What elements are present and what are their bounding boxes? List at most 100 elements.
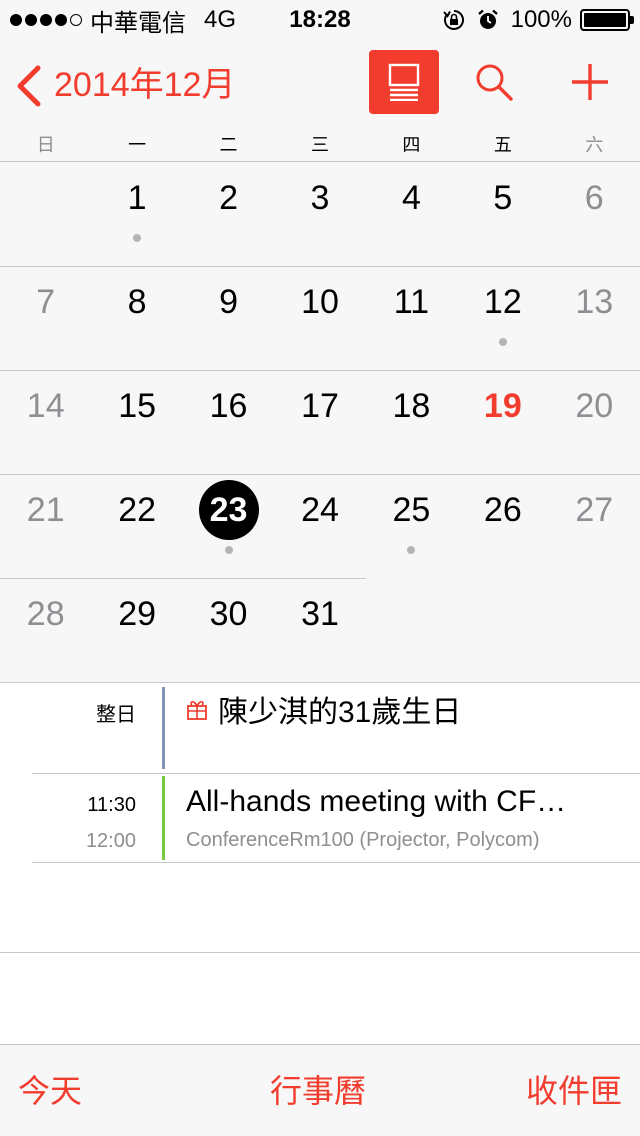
timed-event[interactable]: 11:30 12:00 All-hands meeting with CF… C… xyxy=(0,774,640,862)
day-cell[interactable]: 3 xyxy=(274,162,365,266)
today-button[interactable]: 今天 xyxy=(18,1071,82,1111)
day-cell[interactable]: 21 xyxy=(0,474,91,578)
event-separator xyxy=(32,862,640,863)
gift-icon xyxy=(187,701,207,720)
day-number: 23 xyxy=(209,491,248,529)
all-day-label: 整日 xyxy=(96,704,136,726)
day-number: 4 xyxy=(401,179,421,217)
day-cell[interactable]: 28 xyxy=(0,578,91,682)
day-number: 31 xyxy=(301,595,339,633)
day-cell[interactable]: 4 xyxy=(366,162,457,266)
day-number: 3 xyxy=(310,179,330,217)
day-cell[interactable]: 2 xyxy=(183,162,274,266)
day-cell[interactable]: 16 xyxy=(183,370,274,474)
day-number: 13 xyxy=(575,283,614,321)
list-view-icon xyxy=(388,63,420,101)
day-cell[interactable]: 14 xyxy=(0,370,91,474)
day-number: 29 xyxy=(118,595,157,633)
day-number: 11 xyxy=(393,283,430,321)
day-cell[interactable]: 5 xyxy=(457,162,548,266)
day-cell[interactable]: 25 xyxy=(366,474,457,578)
day-number: 27 xyxy=(575,491,614,529)
bottom-toolbar: 今天 行事曆 收件匣 xyxy=(0,1044,640,1136)
day-number: 9 xyxy=(219,283,238,321)
day-number: 21 xyxy=(26,491,65,529)
day-cell[interactable]: 18 xyxy=(366,370,457,474)
day-cell[interactable]: 15 xyxy=(91,370,182,474)
day-cell[interactable]: 13 xyxy=(549,266,640,370)
week-row: 28 29 30 31 xyxy=(0,578,640,682)
event-indicator-dot xyxy=(133,234,142,242)
day-cell[interactable]: 1 xyxy=(91,162,182,266)
day-cell[interactable]: 6 xyxy=(549,162,640,266)
day-number: 17 xyxy=(301,387,339,425)
day-number: 28 xyxy=(26,595,65,633)
event-end-time: 12:00 xyxy=(85,830,136,852)
week-row: 1 2 3 4 5 6 xyxy=(0,162,640,266)
chevron-left-icon[interactable] xyxy=(14,64,44,108)
calendars-button[interactable]: 行事曆 xyxy=(270,1071,366,1111)
day-cell[interactable]: 8 xyxy=(91,266,182,370)
plus-icon[interactable] xyxy=(568,60,612,104)
weekday-label: 六 xyxy=(585,135,604,155)
battery-percent: 100% xyxy=(510,6,572,33)
status-right: 100% xyxy=(442,6,634,34)
day-cell[interactable]: 12 xyxy=(457,266,548,370)
day-number: 5 xyxy=(493,179,513,217)
nav-bar: 2014年12月 xyxy=(0,40,640,132)
list-view-toggle-button[interactable] xyxy=(369,50,439,114)
day-cell[interactable]: 10 xyxy=(274,266,365,370)
battery-icon xyxy=(580,9,634,31)
day-cell[interactable]: 24 xyxy=(274,474,365,578)
day-cell[interactable]: 29 xyxy=(91,578,182,682)
month-grid: 1 2 3 4 5 6 7 8 9 10 11 12 13 14 15 16 17 18 19 20 21 22 23 24 2… xyxy=(0,162,640,682)
day-cell[interactable]: 31 xyxy=(274,578,365,682)
calendar-color-bar xyxy=(162,776,165,860)
event-start-time: 11:30 xyxy=(87,794,136,816)
day-cell[interactable]: 19 xyxy=(457,370,548,474)
day-cell[interactable]: 7 xyxy=(0,266,91,370)
day-cell[interactable]: 17 xyxy=(274,370,365,474)
day-number: 1 xyxy=(127,179,147,217)
month-back-button[interactable]: 2014年12月 xyxy=(54,62,235,108)
day-cell[interactable]: 22 xyxy=(91,474,182,578)
event-list: 整日 陳少淇的31歲生日 11:30 12:00 All-hands meeti… xyxy=(0,682,640,1044)
all-day-event[interactable]: 整日 陳少淇的31歲生日 xyxy=(0,683,640,773)
day-number: 20 xyxy=(575,387,614,425)
alarm-icon xyxy=(477,9,498,29)
day-number: 25 xyxy=(392,491,431,529)
day-number: 12 xyxy=(483,283,522,321)
day-number: 15 xyxy=(118,387,157,425)
event-title-text: 陳少淇的31歲生日 xyxy=(218,696,462,729)
event-location: ConferenceRm100 (Projector, Polycom) xyxy=(186,829,540,851)
weekday-label: 日 xyxy=(36,135,55,155)
event-indicator-dot xyxy=(224,546,233,554)
event-separator xyxy=(0,952,640,953)
day-cell[interactable]: 23 xyxy=(183,474,274,578)
inbox-button[interactable]: 收件匣 xyxy=(526,1071,622,1111)
day-number: 8 xyxy=(127,283,147,321)
day-number: 19 xyxy=(483,387,522,425)
event-title: All-hands meeting with CF… xyxy=(186,785,567,818)
event-title: 陳少淇的31歲生日 xyxy=(186,693,610,733)
day-cell[interactable]: 20 xyxy=(549,370,640,474)
event-indicator-dot xyxy=(407,546,416,554)
weekday-label: 二 xyxy=(219,135,238,155)
day-cell[interactable]: 30 xyxy=(183,578,274,682)
day-cell[interactable]: 27 xyxy=(549,474,640,578)
week-row: 7 8 9 10 11 12 13 xyxy=(0,266,640,370)
weekday-label: 三 xyxy=(310,135,329,155)
day-number: 24 xyxy=(301,491,339,529)
day-number: 26 xyxy=(483,491,522,529)
day-number: 16 xyxy=(209,387,248,425)
search-icon[interactable] xyxy=(472,60,516,104)
battery-level xyxy=(584,13,626,27)
day-number: 2 xyxy=(219,179,238,217)
status-bar: 中華電信 4G 18:28 100% xyxy=(0,0,640,40)
day-number: 18 xyxy=(392,387,431,425)
day-cell[interactable]: 26 xyxy=(457,474,548,578)
day-number: 30 xyxy=(209,595,248,633)
day-cell[interactable]: 11 xyxy=(366,266,457,370)
day-cell[interactable]: 9 xyxy=(183,266,274,370)
day-number: 7 xyxy=(36,283,56,321)
